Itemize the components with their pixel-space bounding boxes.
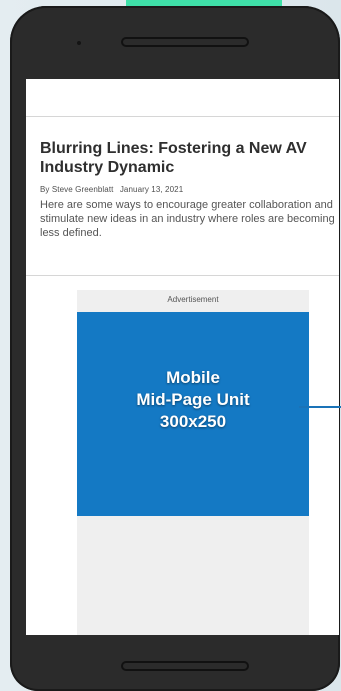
article-author: By Steve Greenblatt xyxy=(40,185,114,194)
article-card[interactable]: Blurring Lines: Fostering a New AV Indus… xyxy=(40,139,335,240)
article-byline: By Steve Greenblatt January 13, 2021 xyxy=(40,185,335,194)
ad-line-2: Mid-Page Unit xyxy=(136,390,250,409)
ad-line-1: Mobile xyxy=(166,368,220,387)
home-button[interactable] xyxy=(121,661,249,671)
ad-slot: Advertisement Mobile Mid-Page Unit 300x2… xyxy=(77,290,309,635)
article-headline[interactable]: Blurring Lines: Fostering a New AV Indus… xyxy=(40,139,335,177)
ad-label: Advertisement xyxy=(167,295,219,304)
article-summary: Here are some ways to encourage greater … xyxy=(40,199,335,239)
header-divider xyxy=(26,116,339,117)
ad-unit-text: Mobile Mid-Page Unit 300x250 xyxy=(77,367,309,433)
speaker-grille xyxy=(121,37,249,47)
phone-screen: Blurring Lines: Fostering a New AV Indus… xyxy=(26,79,339,635)
mockup-stage: Blurring Lines: Fostering a New AV Indus… xyxy=(0,0,341,691)
ad-line-3: 300x250 xyxy=(159,412,227,431)
ad-unit[interactable]: Mobile Mid-Page Unit 300x250 xyxy=(77,312,309,516)
front-camera-icon xyxy=(77,41,81,45)
article-date: January 13, 2021 xyxy=(119,185,184,194)
phone-frame: Blurring Lines: Fostering a New AV Indus… xyxy=(10,6,340,691)
callout-connector-line xyxy=(299,406,341,408)
article-divider xyxy=(26,275,339,276)
